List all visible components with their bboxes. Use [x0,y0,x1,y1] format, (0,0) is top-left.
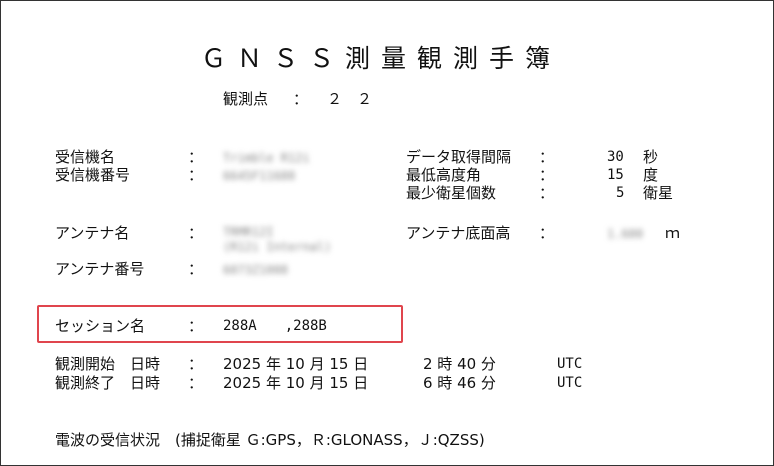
session-colon: ： [188,317,204,335]
antenna-serial-label: アンテナ番号 [55,260,145,278]
receiver-name-value: Trimble R12i [223,151,310,165]
obs-start-tz: UTC [557,356,583,372]
signal-heading: 電波の受信状況 (捕捉衛星 Ｇ:GPS，Ｒ:GLONASS，Ｊ:QZSS) [55,431,485,449]
point-sep: ： [293,90,309,108]
antenna-name-label: アンテナ名 [55,224,130,242]
obs-start-date: 2025 年 10 月 15 日 [223,355,369,373]
mask-unit: 度 [643,166,659,184]
receiver-serial-label: 受信機番号 [55,166,131,184]
mask-colon: ： [539,166,555,184]
sats-value: 5 [616,185,625,201]
mask-label: 最低高度角 [406,166,482,184]
antenna-height-value: 1.600 [607,227,644,241]
interval-label: データ取得間隔 [406,148,512,166]
antenna-serial-colon: ： [188,260,204,278]
point-label: 観測点 [223,90,269,108]
receiver-name-label: 受信機名 [55,148,116,166]
obs-end-colon: ： [188,374,204,392]
obs-end-time: 6 時 46 分 [423,374,496,392]
sats-unit: 衛星 [643,184,674,202]
antenna-serial-value: 6073Z1008 [223,263,289,277]
interval-colon: ： [539,148,555,166]
antenna-height-unit: ｍ [665,224,681,242]
obs-end-tz: UTC [557,375,583,391]
antenna-name-colon: ： [188,224,204,242]
mask-value: 15 [607,167,624,183]
antenna-height-colon: ： [539,224,555,242]
point-value: ２ ２ [327,90,373,108]
page-title: ＧＮＳＳ測量観測手簿 [201,44,562,73]
receiver-serial-value: 6645F11688 [223,169,296,183]
observation-sheet: ＧＮＳＳ測量観測手簿 観測点 ： ２ ２ 受信機名 ： Trimble R12i… [0,0,774,466]
obs-end-date: 2025 年 10 月 15 日 [223,374,369,392]
obs-start-time: 2 時 40 分 [423,355,496,373]
session-label: セッション名 [55,317,146,335]
antenna-name-value-2: (R12i Internal) [223,240,332,254]
sats-label: 最少衛星個数 [406,184,497,202]
obs-end-label: 観測終了 日時 [55,374,161,392]
interval-unit: 秒 [643,148,659,166]
obs-start-label: 観測開始 日時 [55,355,161,373]
interval-value: 30 [607,149,624,165]
receiver-serial-colon: ： [188,166,204,184]
obs-start-colon: ： [188,355,204,373]
session-value: 288A ,288B [223,318,327,334]
sats-colon: ： [539,184,555,202]
receiver-name-colon: ： [188,148,204,166]
antenna-height-label: アンテナ底面高 [406,224,511,242]
